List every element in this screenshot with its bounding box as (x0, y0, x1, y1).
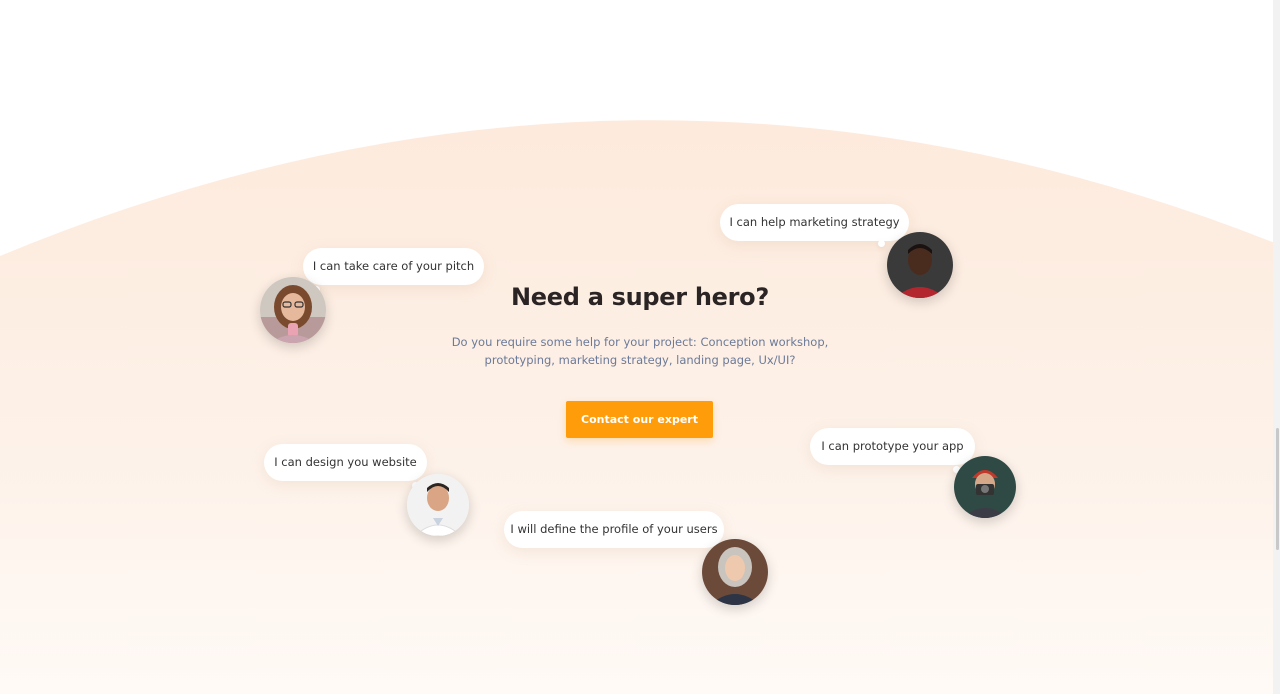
expert-message: I can help marketing strategy (729, 215, 900, 229)
expert-avatar-marketing[interactable] (887, 232, 953, 298)
expert-bubble-marketing: I can help marketing strategy (720, 204, 909, 247)
hero-title: Need a super hero? (511, 283, 769, 311)
expert-bubble-design: I can design you website (264, 444, 427, 489)
expert-message: I can design you website (274, 455, 417, 469)
bubble-tail (878, 240, 885, 247)
expert-avatar-prototype[interactable] (954, 456, 1016, 518)
expert-avatar-design[interactable] (407, 474, 469, 536)
expert-message: I will define the profile of your users (510, 522, 718, 536)
expert-avatar-pitch[interactable] (260, 277, 326, 343)
expert-bubble-users: I will define the profile of your users (504, 511, 724, 556)
scrollbar-thumb[interactable] (1276, 428, 1279, 550)
expert-avatar-users[interactable] (702, 539, 768, 605)
page: Need a super hero? Do you require some h… (0, 0, 1280, 694)
expert-bubble-prototype: I can prototype your app (810, 428, 975, 473)
expert-message: I can take care of your pitch (312, 259, 475, 273)
hero-subtitle: Do you require some help for your projec… (451, 335, 829, 367)
contact-expert-button[interactable]: Contact our expert (566, 401, 713, 438)
scrollbar-track[interactable] (1273, 0, 1280, 694)
expert-bubble-pitch: I can take care of your pitch (303, 248, 484, 293)
expert-message: I can prototype your app (821, 439, 964, 453)
